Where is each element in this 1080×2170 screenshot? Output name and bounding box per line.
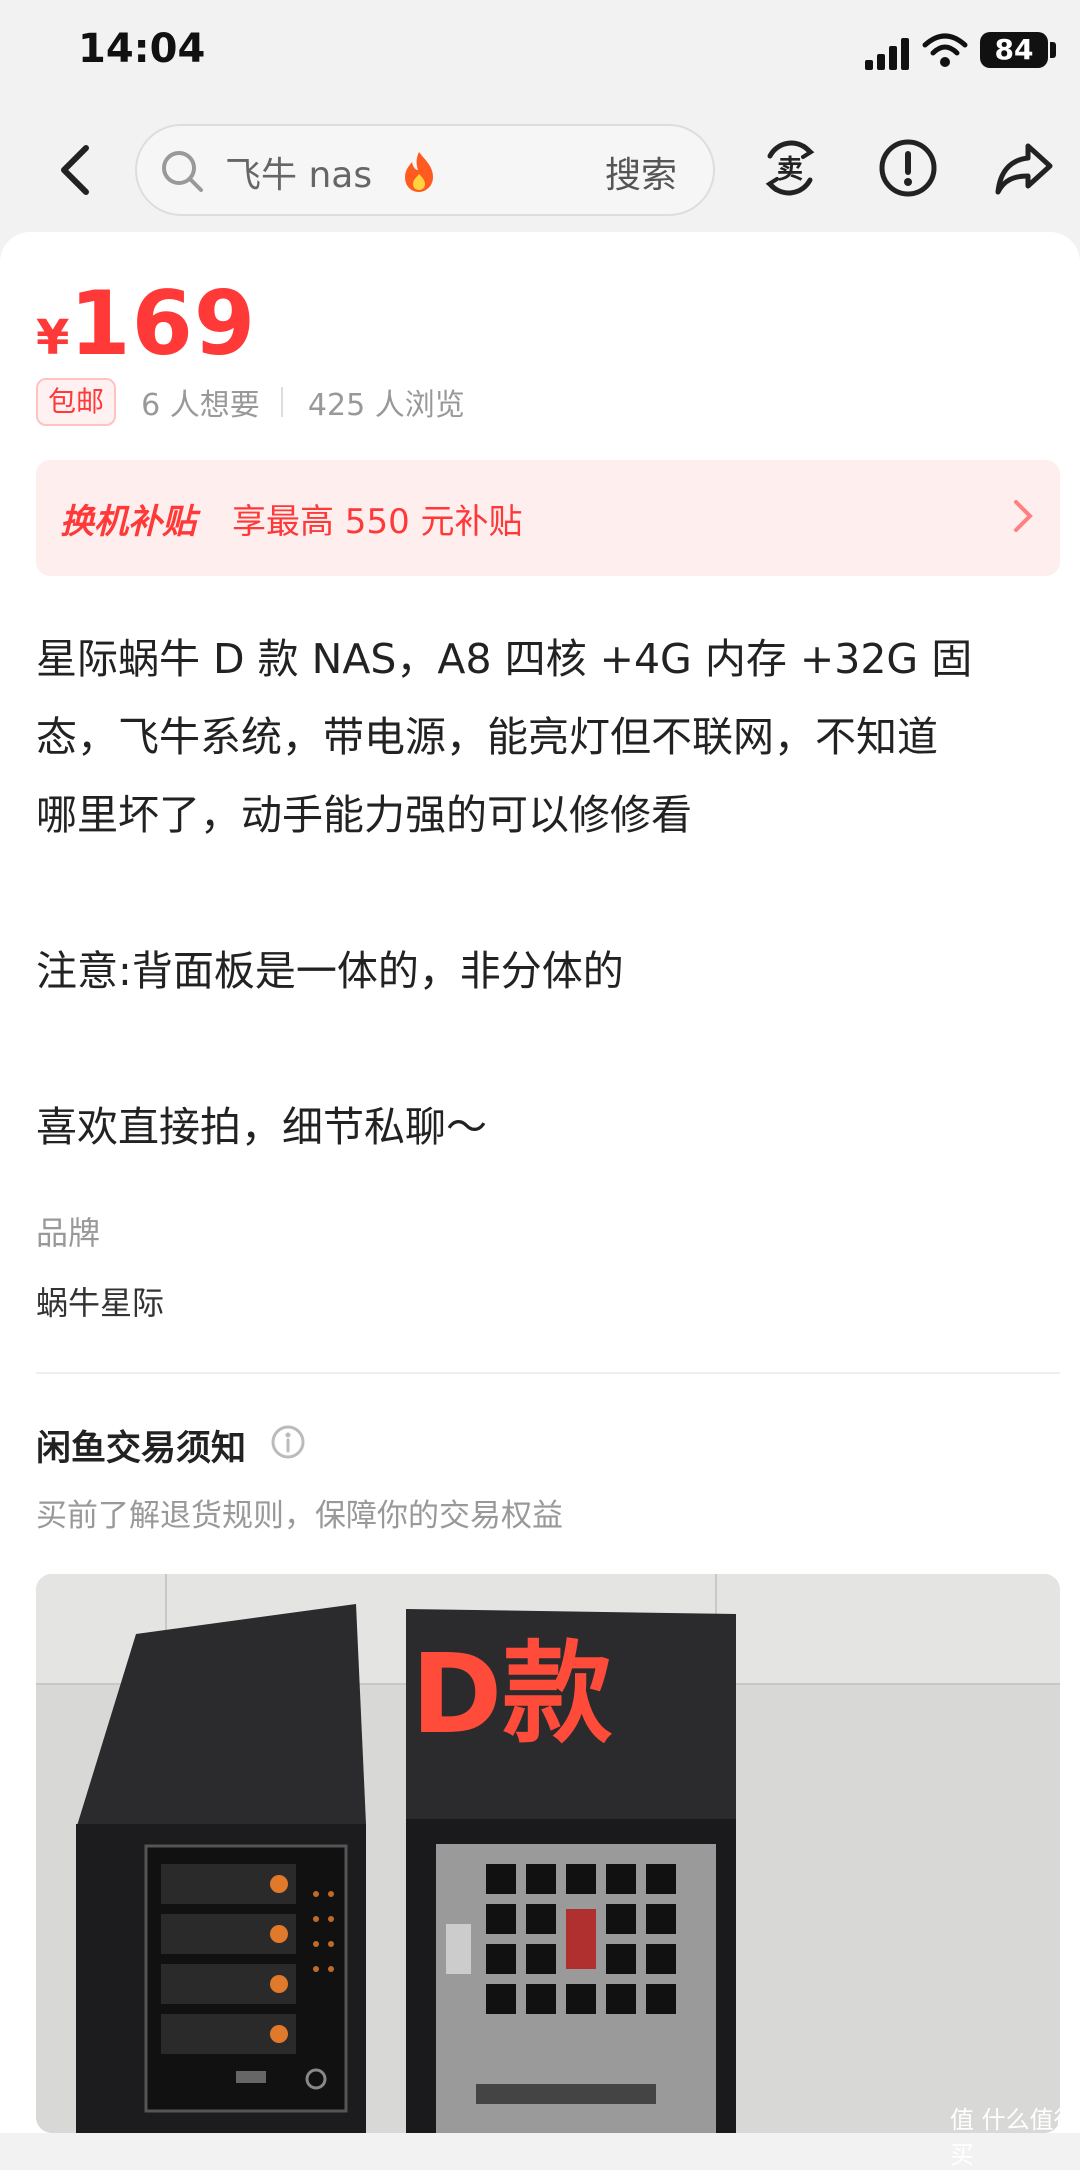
- brand-label: 品牌: [36, 1214, 101, 1252]
- divider: [36, 1372, 1060, 1374]
- product-photo[interactable]: D款: [36, 1574, 1060, 2133]
- signal-icon: [865, 38, 911, 70]
- trade-in-subsidy-banner[interactable]: 换机补贴 享最高 550 元补贴: [36, 460, 1060, 576]
- item-description: 星际蜗牛 D 款 NAS，A8 四核 +4G 内存 +32G 固 态，飞牛系统，…: [36, 635, 973, 1151]
- photo-model-label: D款: [411, 1630, 613, 1758]
- battery-nub: [1050, 42, 1056, 58]
- nav-bar: 飞牛 nas 搜索 卖: [0, 118, 1080, 222]
- view-count: 425 人浏览: [307, 388, 465, 423]
- free-shipping-badge: 包邮: [36, 378, 117, 426]
- watermark: 值 什么值得买: [950, 2106, 1078, 2169]
- want-count: 6 人想要: [141, 388, 260, 423]
- price: ¥169: [36, 272, 256, 375]
- search-input[interactable]: 飞牛 nas: [225, 146, 372, 198]
- trade-rules-title: 闲鱼交易须知: [36, 1429, 247, 1469]
- hot-fire-icon: [405, 152, 433, 192]
- share-icon[interactable]: [990, 134, 1058, 202]
- trade-rules-subtitle: 买前了解退货规则，保障你的交易权益: [36, 1498, 563, 1534]
- status-bar: 14:04 84: [0, 0, 1080, 110]
- back-icon[interactable]: [48, 140, 108, 200]
- price-value: 169: [69, 272, 257, 375]
- search-bar[interactable]: 飞牛 nas 搜索: [135, 124, 715, 216]
- report-icon[interactable]: [874, 134, 942, 202]
- item-detail-card: ¥169 包邮 6 人想要 425 人浏览 换机补贴 享最高 550 元补贴 星…: [0, 232, 1080, 2133]
- chevron-right-icon: [1014, 500, 1033, 532]
- item-meta: 包邮 6 人想要 425 人浏览: [36, 378, 465, 426]
- brand-value: 蜗牛星际: [36, 1284, 165, 1322]
- wifi-icon: [922, 33, 968, 67]
- subsidy-title: 换机补贴: [60, 502, 196, 542]
- subsidy-text: 享最高 550 元补贴: [232, 502, 523, 542]
- svg-text:卖: 卖: [777, 155, 803, 185]
- meta-divider: [280, 387, 283, 417]
- status-time: 14:04: [78, 26, 206, 72]
- search-icon: [162, 151, 203, 192]
- battery-icon: 84: [980, 32, 1048, 68]
- scan-icon[interactable]: 卖: [756, 134, 824, 202]
- info-icon[interactable]: [270, 1424, 306, 1460]
- price-symbol: ¥: [36, 310, 70, 366]
- search-button[interactable]: 搜索: [605, 146, 677, 198]
